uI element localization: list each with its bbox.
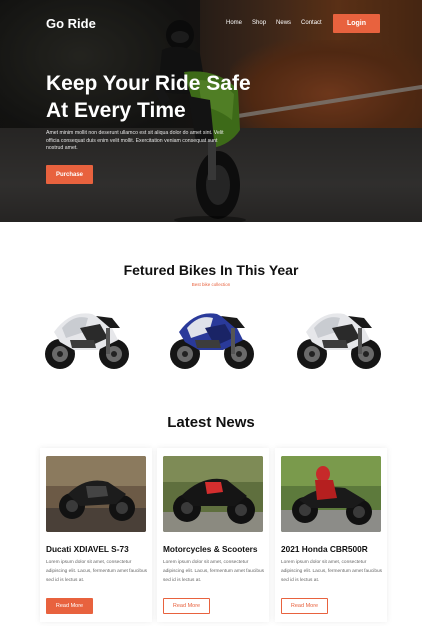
news-image-3[interactable] <box>281 456 381 532</box>
news-card-2: Motorcycles & Scooters Lorem ipsum dolor… <box>157 448 269 622</box>
read-more-button[interactable]: Read More <box>163 598 210 614</box>
featured-bike-3[interactable] <box>292 298 384 378</box>
news-title: Latest News <box>167 414 255 431</box>
featured-title: Fetured Bikes In This Year <box>123 262 299 278</box>
hero-title-line2: At Every Time <box>46 99 186 122</box>
white-sport-bike-image <box>297 313 381 369</box>
news-card-title: Motorcycles & Scooters <box>163 544 258 554</box>
featured-bike-2[interactable] <box>165 298 257 378</box>
site-logo[interactable]: Go Ride <box>46 16 96 31</box>
news-image-1[interactable] <box>46 456 146 532</box>
news-card-title: 2021 Honda CBR500R <box>281 544 368 554</box>
purchase-button[interactable]: Purchase <box>46 165 93 184</box>
nav-link-contact[interactable]: Contact <box>301 20 322 26</box>
hero-section: Go Ride Home Shop News Contact Login Kee… <box>0 0 422 222</box>
news-card-3: 2021 Honda CBR500R Lorem ipsum dolor sit… <box>275 448 387 622</box>
read-more-button[interactable]: Read More <box>281 598 328 614</box>
white-sport-bike-image <box>45 313 129 369</box>
nav-link-home[interactable]: Home <box>226 20 242 26</box>
news-card-text: Lorem ipsum dolor sit amet, consectetur … <box>46 560 148 583</box>
featured-subtitle: Best bike collection <box>191 282 231 287</box>
hero-description: Amet minim mollit non deserunt ullamco e… <box>46 130 224 151</box>
news-image-2[interactable] <box>163 456 263 532</box>
motorcycle-scooter-photo <box>163 456 263 532</box>
news-card-1: Ducati XDIAVEL S-73 Lorem ipsum dolor si… <box>40 448 152 622</box>
news-card-title: Ducati XDIAVEL S-73 <box>46 544 129 554</box>
honda-cbr500r-photo <box>281 456 381 532</box>
login-button[interactable]: Login <box>333 14 380 33</box>
nav-link-news[interactable]: News <box>276 20 291 26</box>
featured-bike-1[interactable] <box>40 298 132 378</box>
hero-title: Keep Your Ride Safe At Every Time <box>46 70 276 124</box>
read-more-button[interactable]: Read More <box>46 598 93 614</box>
news-card-text: Lorem ipsum dolor sit amet, consectetur … <box>281 560 383 583</box>
nav-link-shop[interactable]: Shop <box>252 20 266 26</box>
main-nav: Home Shop News Contact <box>226 20 322 26</box>
news-card-text: Lorem ipsum dolor sit amet, consectetur … <box>163 560 265 583</box>
hero-title-line1: Keep Your Ride Safe <box>46 72 251 95</box>
ducati-xdiavel-photo <box>46 456 146 532</box>
blue-sport-bike-image <box>170 313 254 369</box>
